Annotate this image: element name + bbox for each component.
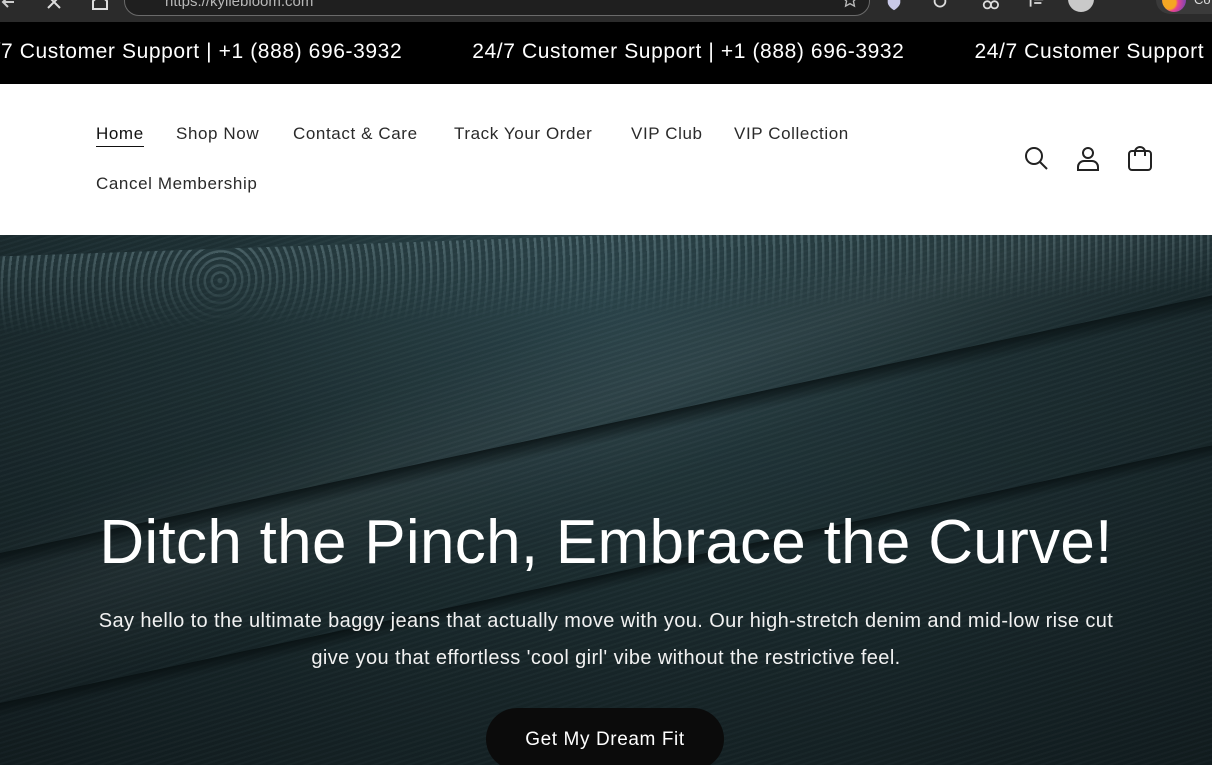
copilot-button[interactable]: Co (1156, 0, 1212, 14)
hero-title: Ditch the Pinch, Embrace the Curve! (99, 508, 1113, 577)
search-icon[interactable] (1022, 144, 1050, 172)
announcement-message: 24/7 Customer Support | +1 (888) 696-393… (0, 40, 403, 63)
nav-vip-collection[interactable]: VIP Collection (734, 124, 849, 144)
favorite-star-icon[interactable] (841, 0, 859, 9)
media-icon[interactable] (980, 0, 1000, 12)
nav-track-order[interactable]: Track Your Order (454, 124, 592, 144)
account-icon[interactable] (1074, 144, 1102, 172)
nav-home[interactable]: Home (96, 124, 144, 147)
hero-subtitle: Say hello to the ultimate baggy jeans th… (98, 610, 1114, 669)
reading-list-icon[interactable] (1026, 0, 1046, 12)
nav-vip-club[interactable]: VIP Club (631, 124, 703, 144)
hero-banner: Ditch the Pinch, Embrace the Curve! Say … (0, 235, 1212, 765)
cart-icon[interactable] (1126, 144, 1154, 172)
profile-avatar[interactable] (1068, 0, 1094, 12)
nav-contact-care[interactable]: Contact & Care (293, 124, 418, 144)
stop-loading-icon[interactable] (44, 0, 64, 12)
shield-extension-icon[interactable] (884, 0, 904, 12)
site-header: Home Shop Now Contact & Care Track Your … (0, 84, 1212, 235)
browser-toolbar: https://kyliebloom.com Co (0, 0, 1212, 22)
extensions-puzzle-icon[interactable] (930, 0, 950, 12)
hero-cta-button[interactable]: Get My Dream Fit (486, 708, 724, 765)
nav-shop-now[interactable]: Shop Now (176, 124, 259, 144)
announcement-message: 24/7 Customer Support | +1 (888) 696-393… (472, 40, 905, 63)
address-url: https://kyliebloom.com (165, 0, 314, 10)
copilot-logo-icon (1162, 0, 1186, 12)
back-arrow-icon[interactable] (0, 0, 20, 12)
hero-overlay (0, 235, 1212, 765)
home-icon[interactable] (90, 0, 110, 12)
announcement-message: 24/7 Customer Support | +1 (888) 696-393… (974, 40, 1212, 63)
announcement-bar: 24/7 Customer Support | +1 (888) 696-393… (0, 22, 1212, 84)
nav-cancel-membership[interactable]: Cancel Membership (96, 174, 257, 194)
announcement-track: 24/7 Customer Support | +1 (888) 696-393… (0, 40, 1212, 64)
address-bar[interactable]: https://kyliebloom.com (124, 0, 870, 16)
copilot-label: Co (1194, 0, 1211, 7)
